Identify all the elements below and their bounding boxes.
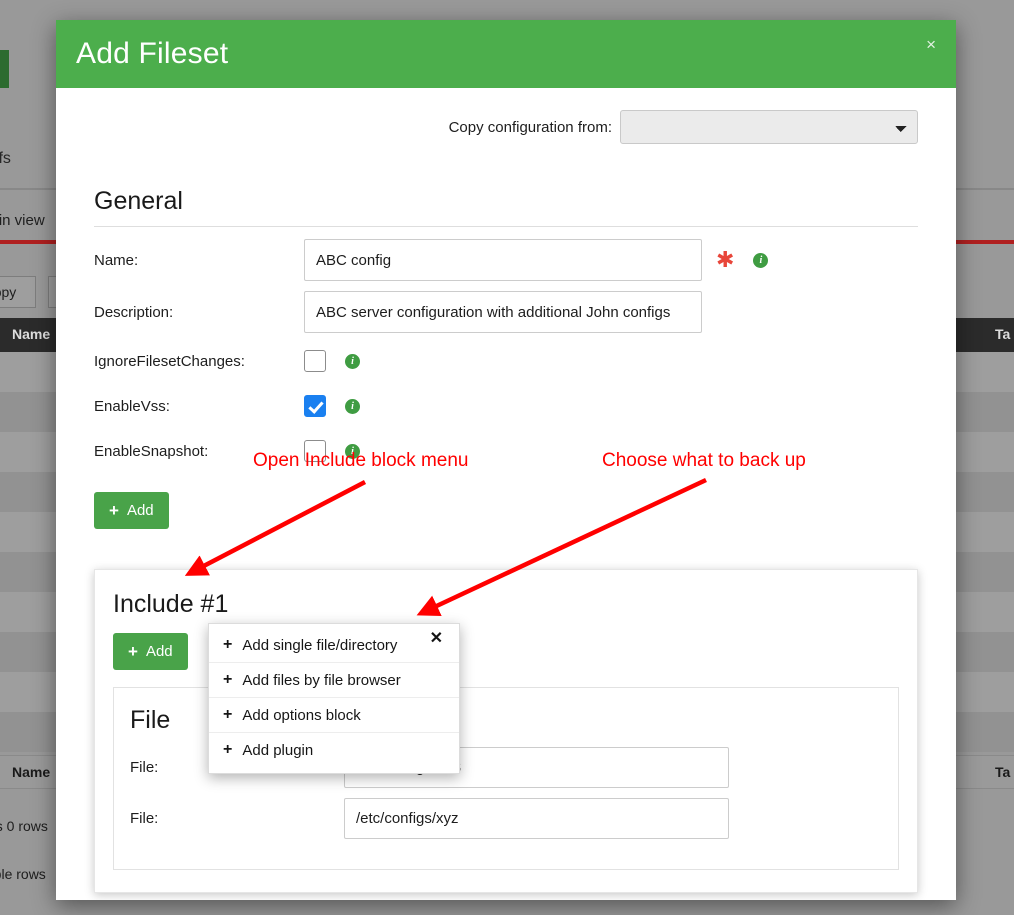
section-title-general: General	[94, 187, 183, 215]
menu-item-label: Add files by file browser	[242, 671, 401, 689]
include-add-dropdown-menu: ✕ + Add single file/directory + Add file…	[208, 623, 460, 774]
modal-body: Copy configuration from: General Name: ✱…	[56, 88, 956, 900]
menu-item-label: Add plugin	[242, 741, 314, 759]
add-fileset-modal: Add Fileset × Copy configuration from: G…	[56, 20, 956, 900]
plus-icon: +	[223, 636, 233, 653]
plus-icon: +	[109, 500, 119, 520]
background-footnote-table-rows: table rows	[0, 866, 46, 882]
copy-configuration-row: Copy configuration from:	[94, 88, 918, 144]
checkbox-label-enablevss: EnableVss:	[94, 397, 170, 415]
name-input[interactable]	[304, 239, 702, 281]
menu-item-add-plugin[interactable]: + Add plugin	[209, 733, 459, 767]
plus-icon: +	[223, 706, 233, 723]
info-icon[interactable]: i	[345, 398, 360, 414]
menu-item-label: Add options block	[242, 706, 361, 724]
info-icon[interactable]: i	[345, 353, 360, 369]
file-row: File:	[130, 798, 882, 839]
add-block-button-label: Add	[126, 502, 154, 519]
include-add-button[interactable]: + Add	[113, 633, 188, 670]
plus-icon: +	[223, 741, 233, 758]
background-copy-button[interactable]: opy	[0, 276, 36, 308]
background-table-col-name-2: Name	[12, 764, 51, 780]
add-block-button[interactable]: + Add	[94, 492, 169, 529]
field-row-name: Name: ✱ i	[94, 239, 918, 281]
ignorefilesetchanges-checkbox[interactable]	[304, 350, 326, 372]
checkbox-label-ignorefilesetchanges: IgnoreFilesetChanges:	[94, 352, 245, 370]
background-footnote-rows: es 0 rows	[0, 818, 48, 834]
required-asterisk-icon: ✱	[716, 247, 735, 272]
copy-configuration-select[interactable]	[620, 110, 918, 144]
enablevss-checkbox[interactable]	[304, 395, 326, 417]
plus-icon: +	[128, 641, 138, 661]
menu-item-add-single-file[interactable]: + Add single file/directory	[209, 628, 459, 663]
background-tab-mainview[interactable]: Main view	[0, 212, 45, 229]
checkbox-row-ignorefilesetchanges: IgnoreFilesetChanges: i	[94, 343, 918, 379]
menu-close-icon[interactable]: ✕	[424, 630, 449, 648]
annotation-open-include-block-menu: Open Include block menu	[253, 450, 469, 471]
menu-item-add-files-by-browser[interactable]: + Add files by file browser	[209, 663, 459, 698]
copy-configuration-label: Copy configuration from:	[448, 118, 612, 136]
menu-item-add-options-block[interactable]: + Add options block	[209, 698, 459, 733]
field-label-description: Description:	[94, 303, 174, 321]
background-subheading: Defs	[0, 150, 11, 167]
section-divider	[94, 226, 918, 227]
field-row-description: Description:	[94, 291, 918, 333]
background-table-col-ta-2: Ta	[995, 764, 1011, 780]
modal-title: Add Fileset	[76, 37, 229, 70]
background-table-col-ta: Ta	[995, 326, 1011, 342]
annotation-choose-what-to-back-up: Choose what to back up	[602, 450, 806, 471]
checkbox-row-enablevss: EnableVss: i	[94, 388, 918, 424]
file-label: File:	[130, 810, 159, 827]
background-table-col-name: Name	[12, 326, 51, 342]
nav-item-storage[interactable]: S	[0, 50, 9, 88]
include-add-button-label: Add	[145, 643, 173, 660]
info-icon[interactable]: i	[753, 252, 769, 268]
description-input[interactable]	[304, 291, 702, 333]
plus-icon: +	[223, 671, 233, 688]
close-icon[interactable]: ×	[922, 34, 940, 55]
menu-item-label: Add single file/directory	[242, 636, 398, 654]
include-block-title: Include #1	[113, 590, 229, 618]
modal-header: Add Fileset ×	[56, 20, 956, 88]
field-label-name: Name:	[94, 251, 139, 269]
file-path-input[interactable]	[344, 798, 729, 839]
